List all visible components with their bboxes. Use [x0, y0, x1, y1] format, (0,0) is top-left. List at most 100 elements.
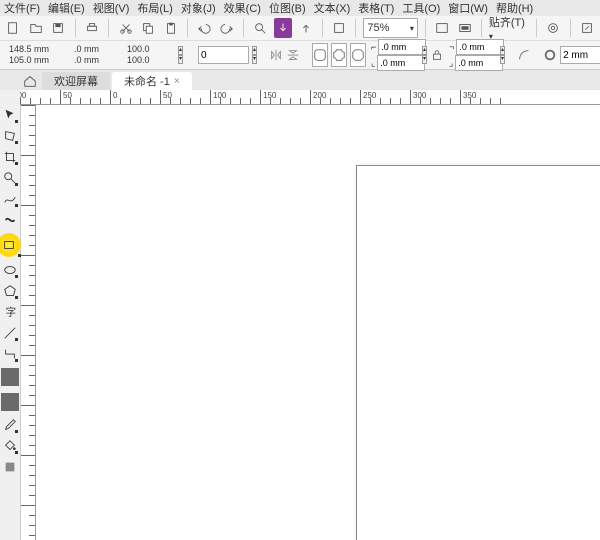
scallop-corner-icon[interactable] [331, 43, 347, 67]
search-icon[interactable] [251, 18, 270, 38]
paste-icon[interactable] [161, 18, 180, 38]
scale-y[interactable]: 100.0 [125, 55, 175, 66]
menu-text[interactable]: 文本(X) [314, 0, 351, 16]
artistic-media-icon[interactable] [2, 212, 18, 228]
chamfer-corner-icon[interactable] [350, 43, 366, 67]
scale-xy: 100.0 100.0 [125, 44, 175, 66]
separator [187, 19, 188, 37]
rectangle-tool-icon[interactable] [0, 233, 21, 257]
corner-br[interactable] [455, 55, 503, 71]
mirror-h-icon[interactable] [269, 45, 283, 65]
scale-spinner[interactable]: ▴▾ [178, 46, 183, 64]
corner-radius-left: ⌐ ⌞ [369, 39, 419, 71]
parallel-dim-icon[interactable] [2, 325, 18, 341]
home-icon[interactable] [20, 72, 40, 90]
size-wh: .0 mm .0 mm [72, 44, 122, 66]
vertical-ruler[interactable] [21, 105, 36, 540]
options-icon[interactable] [544, 18, 563, 38]
rotation-spinner[interactable]: ▴▾ [252, 46, 257, 64]
standard-toolbar: 75%▾ 贴齐(T) ▾ [0, 16, 600, 41]
launch-icon[interactable] [577, 18, 596, 38]
smart-fill-icon[interactable] [2, 459, 18, 475]
menu-object[interactable]: 对象(J) [181, 0, 216, 16]
mirror-v-icon[interactable] [286, 45, 300, 65]
page [356, 165, 600, 540]
drop-shadow-icon[interactable] [1, 368, 19, 386]
menu-layout[interactable]: 布局(L) [137, 0, 172, 16]
corner-spinner-2[interactable]: ▴▾ [500, 46, 505, 64]
menu-view[interactable]: 视图(V) [93, 0, 130, 16]
corner-tr[interactable] [456, 39, 504, 55]
pos-y[interactable]: 105.0 mm [7, 55, 57, 66]
separator [355, 19, 356, 37]
print-icon[interactable] [83, 18, 102, 38]
separator [570, 19, 571, 37]
save-icon[interactable] [49, 18, 68, 38]
separator [243, 19, 244, 37]
separator [108, 19, 109, 37]
scale-x[interactable]: 100.0 [125, 44, 175, 55]
separator [536, 19, 537, 37]
freehand-tool-icon[interactable] [2, 191, 18, 207]
copy-icon[interactable] [139, 18, 158, 38]
corner-spinner-1[interactable]: ▴▾ [422, 46, 427, 64]
separator [425, 19, 426, 37]
crop-tool-icon[interactable] [2, 149, 18, 165]
zoom-tool-icon[interactable] [2, 170, 18, 186]
preview-icon[interactable] [455, 18, 474, 38]
fullscreen-icon[interactable] [433, 18, 452, 38]
round-corner-icon[interactable] [312, 43, 328, 67]
corner-bl-icon: ⌞ [371, 58, 375, 69]
fill-tool-icon[interactable] [2, 438, 18, 454]
redo-icon[interactable] [218, 18, 237, 38]
lock-corners-icon[interactable] [430, 45, 444, 65]
rotation-input[interactable] [198, 46, 249, 64]
shape-tool-icon[interactable] [2, 128, 18, 144]
property-bar: 148.5 mm 105.0 mm .0 mm .0 mm 100.0 100.… [0, 41, 600, 70]
menu-bitmap[interactable]: 位图(B) [269, 0, 306, 16]
corner-bl[interactable] [377, 55, 425, 71]
menu-table[interactable]: 表格(T) [358, 0, 394, 16]
relative-corner-icon[interactable] [517, 45, 531, 65]
workspace: 字 [0, 105, 600, 540]
menu-tools[interactable]: 工具(O) [402, 0, 440, 16]
pos-x[interactable]: 148.5 mm [7, 44, 57, 55]
publish-icon[interactable] [330, 18, 349, 38]
canvas[interactable] [36, 105, 600, 540]
connector-tool-icon[interactable] [2, 346, 18, 362]
menu-window[interactable]: 窗口(W) [448, 0, 488, 16]
width[interactable]: .0 mm [72, 44, 122, 55]
pick-tool-icon[interactable] [2, 107, 18, 123]
new-icon[interactable] [4, 18, 23, 38]
ellipse-tool-icon[interactable] [2, 262, 18, 278]
tab-document[interactable]: 未命名 -1× [112, 72, 192, 90]
tab-welcome[interactable]: 欢迎屏幕 [42, 72, 110, 90]
outline-width-icon [543, 45, 557, 65]
corner-tr-icon: ¬ [449, 42, 454, 53]
cut-icon[interactable] [116, 18, 135, 38]
separator [75, 19, 76, 37]
open-icon[interactable] [27, 18, 46, 38]
corner-radius-right: ¬ ⌟ [447, 39, 497, 71]
outline-width[interactable] [560, 46, 600, 64]
undo-icon[interactable] [195, 18, 214, 38]
polygon-tool-icon[interactable] [2, 283, 18, 299]
height[interactable]: .0 mm [72, 55, 122, 66]
corner-tl[interactable] [378, 39, 426, 55]
text-tool-icon[interactable]: 字 [2, 304, 18, 320]
export-icon[interactable] [296, 18, 315, 38]
close-tab-icon[interactable]: × [174, 76, 180, 87]
snap-dropdown[interactable]: 贴齐(T) ▾ [489, 14, 529, 42]
position-xy: 148.5 mm 105.0 mm [7, 44, 57, 66]
zoom-level[interactable]: 75%▾ [363, 18, 417, 38]
menu-file[interactable]: 文件(F) [4, 0, 40, 16]
menu-edit[interactable]: 编辑(E) [48, 0, 85, 16]
eyedropper-tool-icon[interactable] [2, 417, 18, 433]
import-icon[interactable] [274, 18, 293, 38]
corner-br-icon: ⌟ [449, 58, 453, 69]
corner-tl-icon: ⌐ [371, 42, 376, 53]
menu-effect[interactable]: 效果(C) [224, 0, 261, 16]
document-tabs: 欢迎屏幕 未命名 -1× [0, 70, 600, 90]
horizontal-ruler[interactable]: 10050050100150200250300350 [20, 90, 600, 105]
transparency-icon[interactable] [1, 393, 19, 411]
